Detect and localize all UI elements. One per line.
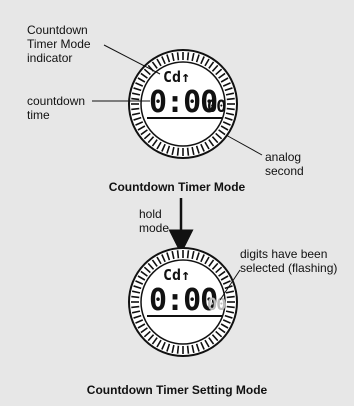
bezel-tick	[186, 345, 190, 354]
bezel-tick	[176, 345, 180, 354]
diagram-canvas: Cd↑ 0:00 00 Cd↑ 0:00 00 Countdown Timer …	[0, 0, 354, 406]
bezel-tick	[131, 305, 140, 309]
bezel-tick	[131, 295, 140, 299]
label-mode-indicator: Countdown Timer Mode indicator	[27, 23, 91, 65]
watch-bottom-mode-indicator: Cd↑	[163, 266, 190, 284]
bezel-tick	[226, 295, 235, 299]
bezel-tick	[176, 52, 180, 61]
watch-bottom-time-small-flashing: 00	[207, 295, 226, 315]
caption-countdown-timer-mode: Countdown Timer Mode	[108, 180, 246, 194]
bezel-tick	[186, 250, 190, 259]
watch-top-time-small: 00	[207, 97, 226, 117]
bezel-tick	[176, 250, 180, 259]
label-analog-second: analog second	[265, 150, 304, 178]
bezel-tick	[131, 107, 140, 111]
bezel-tick	[226, 97, 235, 101]
watch-bottom: Cd↑ 0:00 00	[128, 247, 238, 357]
watch-top-mode-indicator: Cd↑	[163, 68, 190, 86]
label-hold-mode: hold mode	[139, 207, 170, 235]
bezel-tick	[131, 97, 140, 101]
leader-analog-second	[225, 134, 263, 156]
label-countdown-time: countdown time	[27, 94, 86, 122]
bezel-tick	[186, 147, 190, 156]
label-flashing-digits: digits have been selected (flashing)	[240, 247, 338, 275]
bezel-tick	[186, 52, 190, 61]
bezel-tick	[176, 147, 180, 156]
bezel-tick	[226, 305, 235, 309]
caption-countdown-timer-setting-mode: Countdown Timer Setting Mode	[86, 383, 268, 397]
bezel-tick	[226, 107, 235, 111]
